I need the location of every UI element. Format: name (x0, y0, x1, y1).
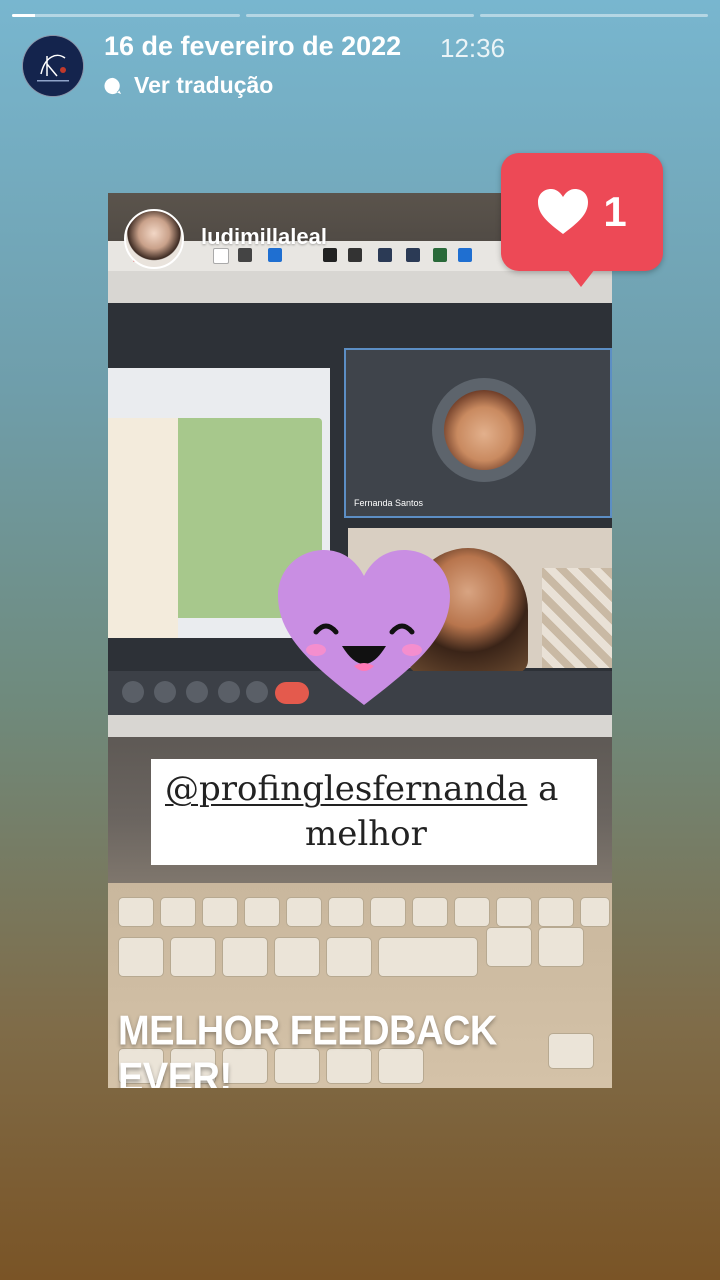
camera-icon (154, 681, 176, 703)
participant-photo (444, 390, 524, 470)
profile-logo-icon (23, 36, 83, 96)
heart-icon (538, 189, 589, 234)
mic-icon (122, 681, 144, 703)
toolbar-icon (323, 248, 337, 262)
story-progress (12, 14, 708, 17)
story-caption: MELHOR FEEDBACK EVER! (118, 1008, 497, 1088)
user-avatar (124, 209, 184, 269)
toolbar-icon (406, 248, 420, 262)
likes-count: 1 (603, 188, 627, 235)
toolbar-icon (433, 248, 447, 262)
toolbar-icon (348, 248, 362, 262)
story-media[interactable]: Fernanda Santos ludimillaleal @profingle… (108, 193, 612, 1088)
translate-bubble-icon (104, 77, 122, 94)
smiling-heart-sticker-icon (278, 550, 450, 705)
story-time: 12:36 (440, 33, 506, 63)
chat-icon (186, 681, 208, 703)
present-icon (218, 681, 240, 703)
participant-tile: Fernanda Santos (344, 348, 612, 518)
worksheet-page (108, 418, 178, 638)
likes-badge[interactable]: 1 (501, 153, 663, 287)
quote-text-line2: melhor (305, 814, 427, 854)
toolbar-icon (213, 248, 229, 264)
quote-text: a (527, 769, 559, 809)
more-icon (246, 681, 268, 703)
translate-label: Ver tradução (134, 72, 274, 98)
toolbar-icon (458, 248, 472, 262)
quote-box: @profinglesfernanda a melhor (151, 759, 597, 865)
toolbar-icon (238, 248, 252, 262)
toolbar-icon (268, 248, 282, 262)
progress-segment (246, 14, 474, 17)
translate-link[interactable]: Ver tradução (104, 72, 273, 99)
story-date: 16 de fevereiro de 2022 (104, 31, 402, 61)
progress-segment (480, 14, 708, 17)
mention-link[interactable]: @profinglesfernanda (165, 769, 527, 809)
toolbar-icon (378, 248, 392, 262)
participant-name: Fernanda Santos (354, 498, 424, 508)
progress-segment (12, 14, 240, 17)
profile-avatar[interactable] (22, 35, 84, 97)
username: ludimillaleal (201, 224, 327, 249)
